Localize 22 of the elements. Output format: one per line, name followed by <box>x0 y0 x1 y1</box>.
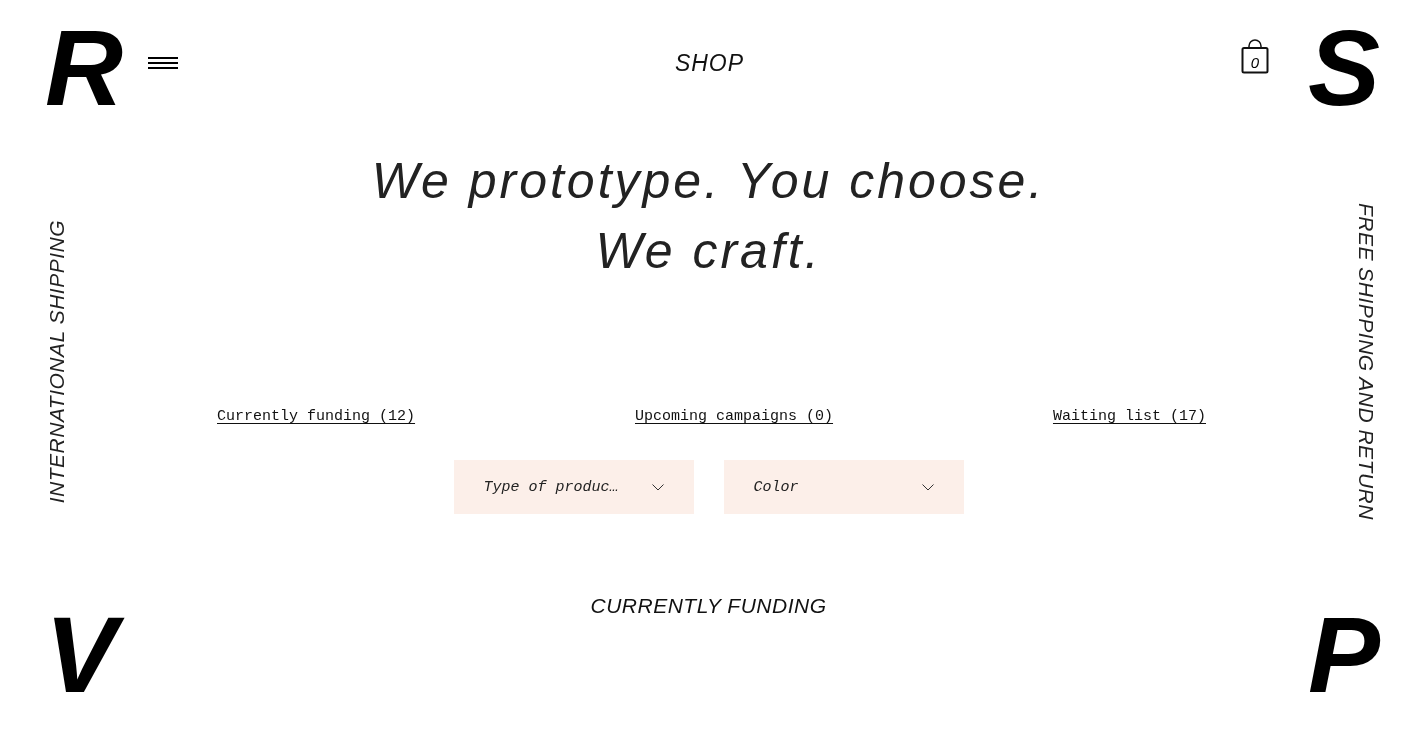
menu-icon <box>148 56 178 70</box>
filter-dropdown[interactable]: Type of produc… <box>453 460 694 514</box>
logo-letter: R <box>44 14 123 122</box>
bag-icon <box>1241 38 1269 74</box>
tagline-line: We prototype. You choose. <box>370 152 1047 211</box>
shipping-note: FREE SHIPPING AND RETURN <box>1354 203 1378 520</box>
menu-button[interactable] <box>148 56 178 70</box>
category-link[interactable]: Currently funding (12) <box>217 408 416 425</box>
category-link[interactable]: Waiting list (17) <box>1052 408 1206 425</box>
cart-count: 0 <box>1249 54 1261 71</box>
logo-letter: V <box>41 601 130 709</box>
section-heading: CURRENTLY FUNDING <box>589 594 828 618</box>
logo-letter: S <box>1306 14 1380 122</box>
page-title: SHOP <box>674 49 745 77</box>
filter-dropdown[interactable]: Color <box>723 460 964 514</box>
logo-letter: P <box>1306 601 1381 709</box>
chevron-down-icon <box>921 483 934 491</box>
shipping-note: INTERNATIONAL SHIPPING <box>45 219 69 504</box>
chevron-down-icon <box>651 483 664 491</box>
tagline-line: We craft. <box>594 222 823 281</box>
category-link[interactable]: Upcoming campaigns (0) <box>635 408 834 425</box>
cart-button[interactable]: 0 <box>1241 38 1269 74</box>
